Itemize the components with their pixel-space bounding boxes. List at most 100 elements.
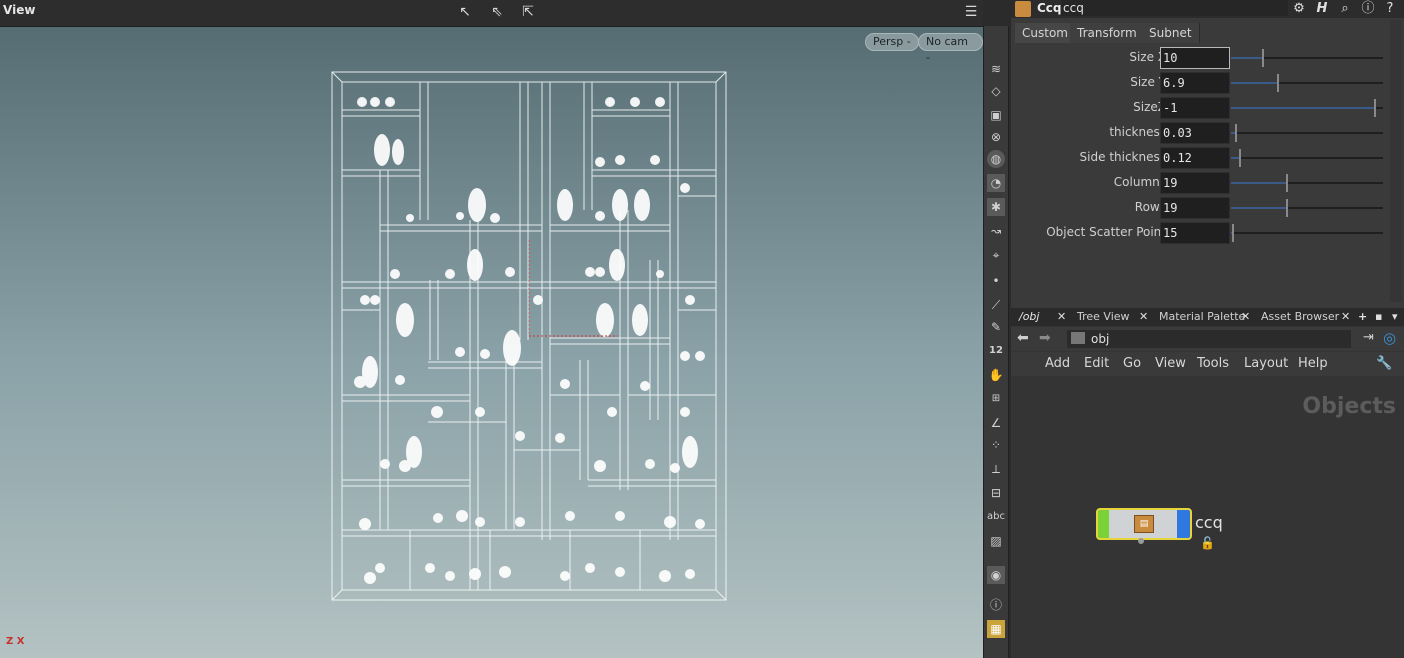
info-circle-icon[interactable]: ⓘ [1359, 0, 1377, 18]
slider-handle[interactable] [1286, 199, 1289, 217]
slider-handle[interactable] [1374, 99, 1377, 117]
param-slider[interactable] [1231, 74, 1383, 92]
point-icon[interactable]: • [987, 272, 1005, 290]
tab-asset-browser[interactable]: Asset Browser [1257, 309, 1343, 325]
param-slider[interactable] [1231, 224, 1383, 242]
param-value-field[interactable]: 0.12 [1160, 147, 1230, 169]
unlock-icon[interactable]: 🔓 [1200, 536, 1215, 550]
parameter-scrollbar[interactable] [1390, 20, 1402, 302]
folder-icon [1071, 332, 1085, 344]
tab-subnet[interactable]: Subnet [1142, 23, 1200, 43]
number-overlay-icon[interactable]: ⊞ [987, 390, 1005, 408]
transform-tool-icon[interactable]: ⇖ [486, 2, 508, 22]
network-path[interactable]: obj [1067, 330, 1351, 348]
tab-tree-view[interactable]: Tree View [1073, 309, 1134, 325]
menu-add[interactable]: Add [1045, 356, 1070, 371]
close-icon[interactable]: ✕ [1341, 309, 1350, 325]
slider-fill [1231, 57, 1263, 59]
slider-handle[interactable] [1261, 49, 1264, 67]
node-name-field[interactable]: ccq [1061, 0, 1288, 16]
menu-help[interactable]: Help [1298, 356, 1328, 371]
vertex-icon[interactable]: ⁘ [987, 436, 1005, 454]
param-value-field[interactable]: 19 [1160, 172, 1230, 194]
parameter-header: Ccq ccq ⚙ H ⌕ ⓘ ? [1011, 0, 1404, 18]
param-slider[interactable] [1231, 99, 1383, 117]
pane-menu-icon[interactable]: ▪ [1375, 309, 1382, 325]
tab-transform[interactable]: Transform [1070, 23, 1145, 43]
gear-icon[interactable]: ⚙ [1290, 0, 1308, 18]
param-value-field[interactable]: 0.03 [1160, 122, 1230, 144]
display-options-icon[interactable]: ☰ [960, 2, 982, 22]
hand-icon[interactable]: ✋ [987, 366, 1005, 384]
perspective-menu[interactable]: Persp - [865, 33, 919, 51]
wrench-icon[interactable]: 🔧 [1376, 356, 1392, 371]
slider-handle[interactable] [1277, 74, 1280, 92]
select-tool-icon[interactable]: ↖ [454, 2, 476, 22]
param-label: Columns [1113, 175, 1166, 189]
param-label: Rows [1134, 200, 1166, 214]
chevron-down-icon[interactable]: ▾ [1392, 309, 1398, 325]
edge-icon[interactable]: ⟋ [987, 296, 1005, 314]
background-image-icon[interactable]: ▨ [987, 532, 1005, 550]
ccq-node[interactable]: ▤ [1096, 508, 1192, 540]
close-icon[interactable]: ✕ [1241, 309, 1250, 325]
tab-obj[interactable]: /obj [1015, 309, 1043, 325]
camera-menu[interactable]: No cam - [918, 33, 983, 64]
menu-edit[interactable]: Edit [1084, 356, 1109, 371]
param-value-field[interactable]: 19 [1160, 197, 1230, 219]
grid-icon[interactable]: ▦ [987, 620, 1005, 638]
param-label: Side thickness [1079, 150, 1166, 164]
slider-handle[interactable] [1234, 124, 1237, 142]
tab-material-palette[interactable]: Material Palette [1155, 309, 1249, 325]
slider-fill [1231, 207, 1288, 209]
menu-tools[interactable]: Tools [1197, 356, 1229, 371]
uv-icon[interactable]: ⊟ [987, 484, 1005, 502]
param-slider[interactable] [1231, 149, 1383, 167]
camera-icon[interactable]: ⌖ [987, 246, 1005, 264]
add-tab-icon[interactable]: + [1358, 309, 1367, 325]
menu-go[interactable]: Go [1123, 356, 1141, 371]
houdini-help-icon[interactable]: H [1313, 0, 1331, 18]
viewport-header: View ↖ ⇖ ⇱ ☰ [0, 0, 983, 27]
parameter-pane: Ccq ccq ⚙ H ⌕ ⓘ ? Custom Transform Subne… [1011, 0, 1404, 308]
node-type-icon [1015, 1, 1031, 17]
node-output-connector[interactable] [1138, 538, 1144, 544]
link-icon[interactable]: ◎ [1383, 329, 1396, 347]
forward-arrow-icon[interactable]: ➡ [1039, 330, 1051, 346]
handle-tool-icon[interactable]: ⇱ [517, 2, 539, 22]
search-icon[interactable]: ⌕ [1336, 0, 1354, 18]
pin-icon[interactable]: ⇥ [1363, 330, 1374, 345]
param-slider[interactable] [1231, 124, 1383, 142]
param-slider[interactable] [1231, 199, 1383, 217]
param-value-field[interactable]: 10 [1160, 47, 1230, 69]
network-pane[interactable]: /obj ✕ Tree View ✕ Material Palette ✕ As… [1011, 308, 1404, 658]
param-value-field[interactable]: 15 [1160, 222, 1230, 244]
lightbulb-icon[interactable]: ◉ [987, 566, 1005, 584]
network-menubar: Add Edit Go View Tools Layout Help 🔧 [1011, 352, 1404, 376]
slider-handle[interactable] [1239, 149, 1242, 167]
menu-layout[interactable]: Layout [1244, 356, 1288, 371]
back-arrow-icon[interactable]: ⬅ [1017, 330, 1029, 346]
param-value-field[interactable]: 6.9 [1160, 72, 1230, 94]
scene-viewport[interactable]: View ↖ ⇖ ⇱ ☰ ? Persp - No cam - [0, 0, 983, 658]
text-icon[interactable]: abc [987, 508, 1005, 526]
close-icon[interactable]: ✕ [1057, 309, 1066, 325]
slider-handle[interactable] [1231, 224, 1234, 242]
subnet-node-icon: ▤ [1134, 515, 1154, 533]
param-label: Size Y [1130, 75, 1166, 89]
normal-icon[interactable]: ⟂ [987, 460, 1005, 478]
angle-icon[interactable]: ∠ [987, 414, 1005, 432]
node-label[interactable]: ccq [1195, 513, 1223, 532]
numbers-icon[interactable]: 12 [987, 342, 1005, 360]
menu-view[interactable]: View [1155, 356, 1186, 371]
brush-icon[interactable]: ✎ [987, 318, 1005, 336]
info-icon[interactable]: ⓘ [987, 596, 1005, 614]
slider-handle[interactable] [1286, 174, 1289, 192]
tab-custom[interactable]: Custom [1015, 23, 1076, 43]
close-icon[interactable]: ✕ [1139, 309, 1148, 325]
question-icon[interactable]: ? [1381, 0, 1399, 18]
param-slider[interactable] [1231, 174, 1383, 192]
param-value-field[interactable]: -1 [1160, 97, 1230, 119]
param-slider[interactable] [1231, 49, 1383, 67]
slider-fill [1231, 107, 1376, 109]
